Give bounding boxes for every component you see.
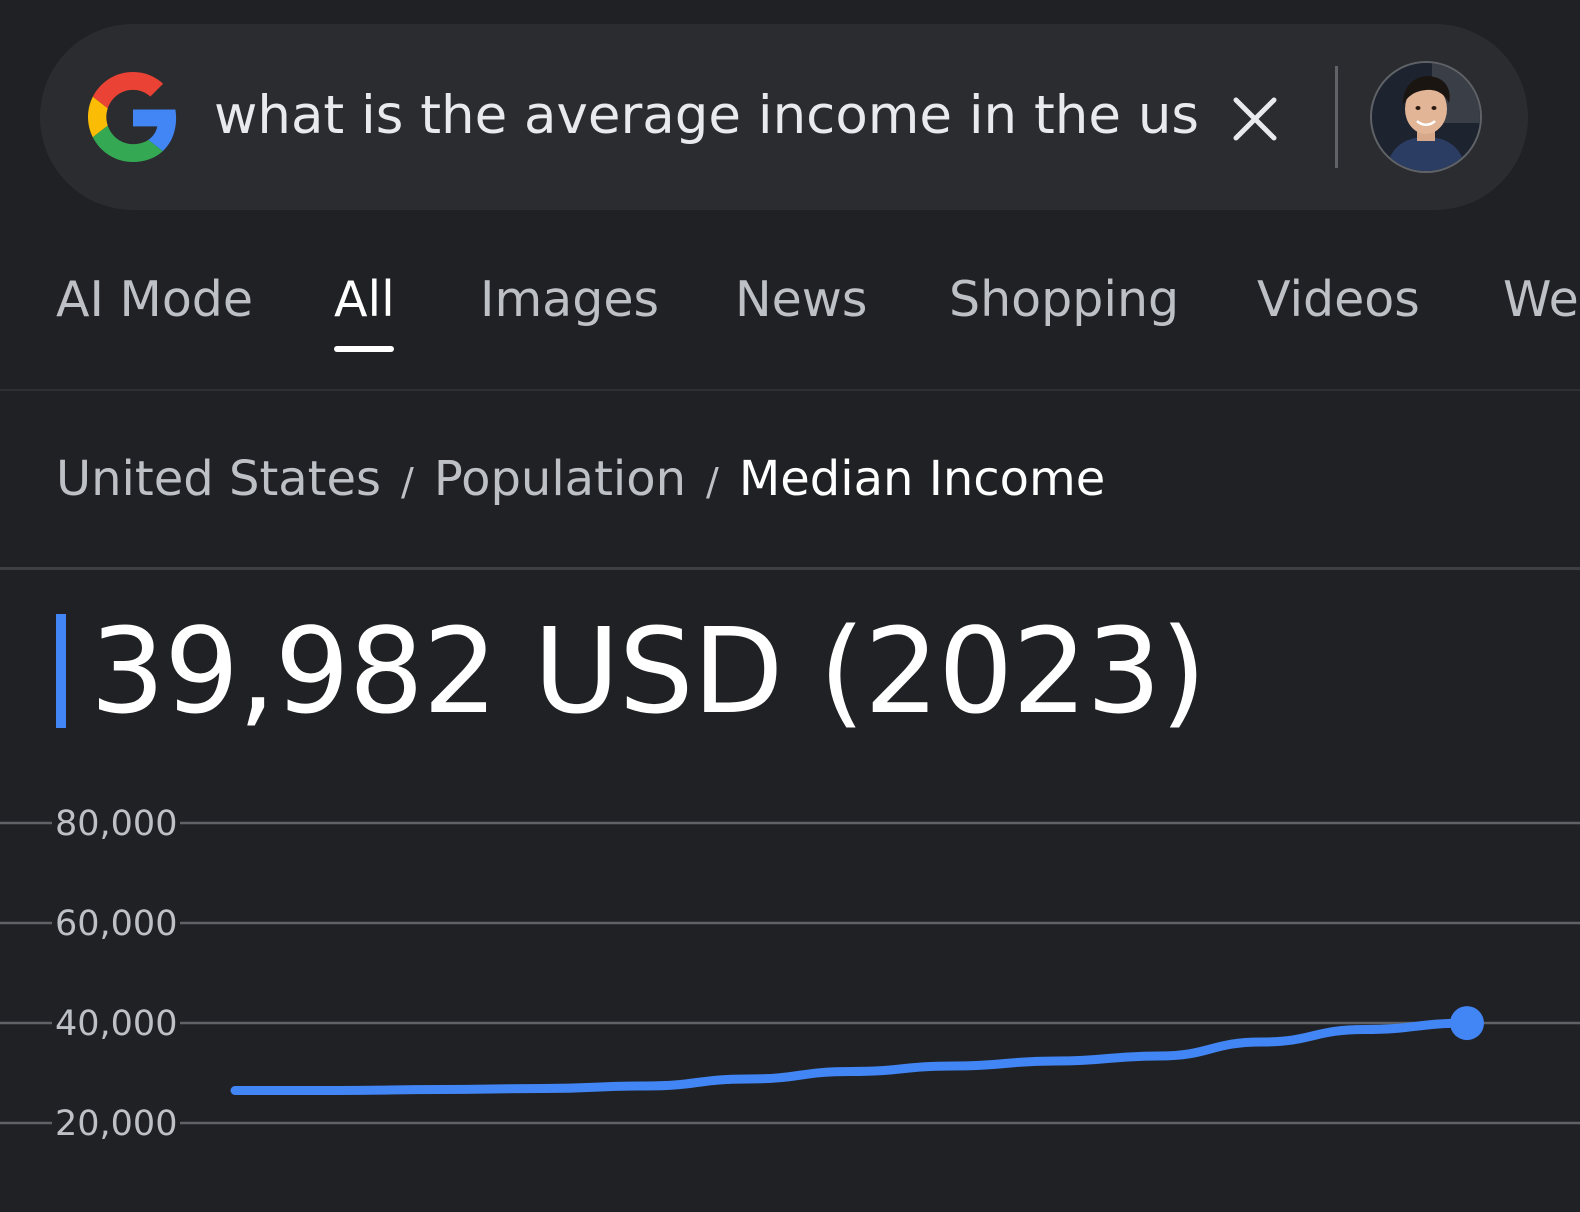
y-tick-label: 20,000 [55,1104,177,1144]
tab-shopping[interactable]: Shopping [949,268,1179,332]
avatar[interactable] [1370,61,1482,173]
latest-point-marker[interactable] [1450,1006,1484,1041]
active-tab-indicator [334,346,394,352]
search-bar[interactable]: what is the average income in the us [40,24,1528,210]
income-chart[interactable]: 80,000 60,000 40,000 20,000 [0,770,1580,1212]
y-tick-label: 40,000 [55,1004,177,1044]
y-tick-label: 80,000 [55,804,177,844]
search-tabs: AI Mode All Images News Shopping Videos … [0,240,1580,390]
tab-all[interactable]: All [334,268,395,332]
avatar-icon [1372,63,1480,171]
google-g-icon [88,72,177,162]
search-divider [1335,66,1338,168]
search-input[interactable]: what is the average income in the us [214,80,1199,152]
income-line-chart[interactable]: 80,000 60,000 40,000 20,000 [0,770,1580,1212]
median-income-value: 39,982 USD (2023) [90,602,1206,740]
value-accent-bar [56,614,66,728]
income-series-line[interactable] [230,1018,1472,1095]
y-tick-label: 60,000 [55,904,177,944]
breadcrumb-median-income: Median Income [738,451,1106,507]
search-results-page: what is the average income in the us AI … [0,0,1580,1212]
breadcrumb-separator: / [706,460,719,504]
tab-videos[interactable]: Videos [1257,268,1420,332]
breadcrumb-united-states[interactable]: United States [56,451,381,507]
tab-news[interactable]: News [735,268,867,332]
tab-images[interactable]: Images [480,268,659,332]
tabs-divider [0,389,1580,391]
section-divider [0,567,1580,570]
tab-ai-mode[interactable]: AI Mode [56,268,253,332]
tab-web[interactable]: We [1503,268,1579,332]
breadcrumb: United States / Population / Median Income [56,446,1105,515]
close-icon[interactable] [1224,88,1286,150]
breadcrumb-population[interactable]: Population [434,451,686,507]
breadcrumb-separator: / [401,460,414,504]
